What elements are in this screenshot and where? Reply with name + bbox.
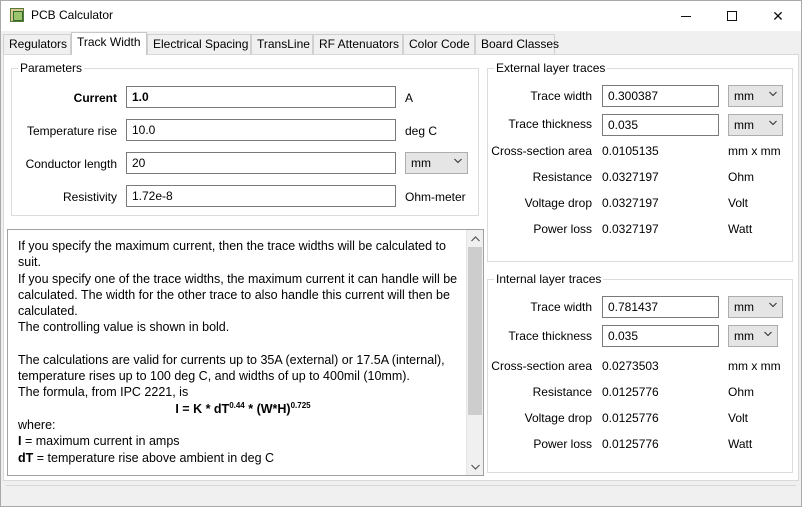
chevron-down-icon [454, 158, 462, 164]
external-resistance-label: Resistance [532, 170, 592, 184]
tab-strip: Regulators Track Width Electrical Spacin… [1, 31, 801, 55]
external-cross-section-value: 0.0105135 [602, 144, 659, 158]
help-paragraph-3: The controlling value is shown in bold. [18, 320, 230, 335]
current-label: Current [73, 91, 117, 105]
minimize-button[interactable] [663, 1, 709, 31]
close-icon: ✕ [772, 7, 784, 24]
parameters-group-title: Parameters [18, 61, 85, 75]
internal-cross-section-unit: mm x mm [728, 359, 781, 373]
external-trace-width-input[interactable]: 0.300387 [602, 85, 719, 107]
help-where: where: [18, 417, 56, 432]
maximize-icon [727, 11, 737, 21]
external-layer-group: External layer traces Trace width 0.3003… [487, 61, 793, 262]
internal-power-loss-label: Power loss [533, 437, 592, 451]
scroll-thumb[interactable] [468, 247, 482, 415]
internal-trace-width-unit-select[interactable]: mm [728, 296, 783, 318]
close-button[interactable]: ✕ [755, 1, 801, 31]
internal-voltage-drop-unit: Volt [728, 411, 749, 425]
temperature-rise-input[interactable]: 10.0 [126, 119, 396, 141]
tab-board-classes[interactable]: Board Classes [475, 34, 559, 54]
external-trace-thickness-input[interactable]: 0.035 [602, 114, 719, 136]
internal-layer-title: Internal layer traces [494, 272, 604, 286]
current-input[interactable]: 1.0 [126, 86, 396, 108]
tab-color-code[interactable]: Color Code [403, 34, 475, 54]
conductor-length-unit-select[interactable]: mm [405, 152, 468, 174]
internal-power-loss-unit: Watt [728, 437, 753, 451]
minimize-icon [681, 15, 691, 17]
current-unit: A [405, 91, 414, 105]
external-power-loss-label: Power loss [533, 222, 592, 236]
resistivity-label: Resistivity [62, 190, 117, 204]
scroll-down-button[interactable] [467, 458, 483, 475]
external-trace-thickness-label: Trace thickness [508, 117, 592, 131]
temperature-rise-label: Temperature rise [26, 124, 117, 138]
resistivity-unit: Ohm-meter [405, 190, 466, 204]
help-definition-i: I = maximum current in amps [18, 434, 180, 449]
internal-cross-section-value: 0.0273503 [602, 359, 659, 373]
external-trace-width-label: Trace width [530, 89, 592, 103]
chevron-down-icon [471, 464, 480, 470]
pcb-calculator-app-icon [10, 8, 24, 22]
chevron-down-icon [764, 331, 772, 337]
help-text-panel[interactable]: If you specify the maximum current, then… [7, 229, 484, 476]
external-trace-thickness-unit-select[interactable]: mm [728, 114, 783, 136]
app-window: PCB Calculator ✕ Regulators Track Width … [0, 0, 802, 507]
title-bar[interactable]: PCB Calculator ✕ [1, 1, 801, 31]
internal-power-loss-value: 0.0125776 [602, 437, 659, 451]
chevron-down-icon [769, 91, 777, 97]
parameters-group: Parameters Current 1.0 A Temperature ris… [11, 61, 479, 216]
window-title: PCB Calculator [31, 8, 114, 22]
internal-trace-thickness-input[interactable]: 0.035 [602, 325, 719, 347]
conductor-length-input[interactable]: 20 [126, 152, 396, 174]
help-paragraph-5: The formula, from IPC 2221, is [18, 385, 189, 400]
tab-regulators[interactable]: Regulators [3, 34, 71, 54]
internal-voltage-drop-label: Voltage drop [524, 411, 592, 425]
external-power-loss-value: 0.0327197 [602, 222, 659, 236]
external-voltage-drop-label: Voltage drop [524, 196, 592, 210]
internal-trace-thickness-label: Trace thickness [508, 329, 592, 343]
scroll-up-button[interactable] [467, 230, 483, 247]
status-bar [1, 483, 801, 506]
help-paragraph-2: If you specify one of the trace widths, … [18, 271, 458, 319]
internal-resistance-value: 0.0125776 [602, 385, 659, 399]
external-resistance-unit: Ohm [728, 170, 755, 184]
conductor-length-unit-value: mm [411, 156, 431, 170]
resistivity-input[interactable]: 1.72e-8 [126, 185, 396, 207]
internal-trace-width-input[interactable]: 0.781437 [602, 296, 719, 318]
external-power-loss-unit: Watt [728, 222, 753, 236]
temperature-rise-unit: deg C [405, 124, 438, 138]
help-paragraph-4: The calculations are valid for currents … [18, 352, 445, 384]
external-cross-section-unit: mm x mm [728, 144, 781, 158]
help-text-body: If you specify the maximum current, then… [18, 238, 468, 466]
external-voltage-drop-value: 0.0327197 [602, 196, 659, 210]
internal-resistance-unit: Ohm [728, 385, 755, 399]
internal-resistance-label: Resistance [532, 385, 592, 399]
chevron-down-icon [769, 120, 777, 126]
external-cross-section-label: Cross-section area [491, 144, 592, 158]
tab-track-width[interactable]: Track Width [71, 32, 147, 55]
chevron-up-icon [471, 235, 480, 241]
track-width-panel: Parameters Current 1.0 A Temperature ris… [3, 54, 799, 481]
external-resistance-value: 0.0327197 [602, 170, 659, 184]
internal-voltage-drop-value: 0.0125776 [602, 411, 659, 425]
external-layer-title: External layer traces [494, 61, 608, 75]
internal-trace-thickness-unit-select[interactable]: mm [728, 325, 778, 347]
tab-transline[interactable]: TransLine [251, 34, 313, 54]
internal-cross-section-label: Cross-section area [491, 359, 592, 373]
external-voltage-drop-unit: Volt [728, 196, 749, 210]
maximize-button[interactable] [709, 1, 755, 31]
help-definition-dt: dT = temperature rise above ambient in d… [18, 450, 275, 465]
tab-electrical-spacing[interactable]: Electrical Spacing [147, 34, 251, 54]
internal-layer-group: Internal layer traces Trace width 0.7814… [487, 272, 793, 473]
chevron-down-icon [769, 302, 777, 308]
ipc-formula: I = K * dT0.44 * (W*H)0.725 [175, 400, 311, 416]
conductor-length-label: Conductor length [25, 157, 117, 171]
tab-rf-attenuators[interactable]: RF Attenuators [313, 34, 403, 54]
external-trace-width-unit-select[interactable]: mm [728, 85, 783, 107]
help-paragraph-1: If you specify the maximum current, then… [18, 239, 446, 270]
help-vertical-scrollbar[interactable] [466, 230, 483, 475]
internal-trace-width-label: Trace width [530, 300, 592, 314]
